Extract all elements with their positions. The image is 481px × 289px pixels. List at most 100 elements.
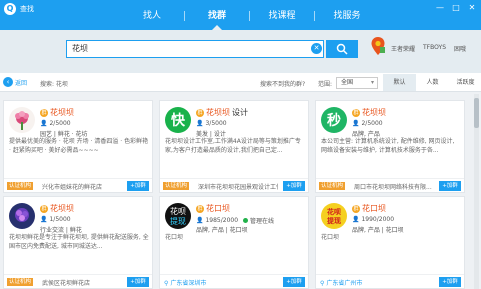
- scroll-thumb[interactable]: [474, 98, 479, 128]
- group-description: 提供最优美的服务 · 花坝 卉场 · 清香四溢 · 色彩鲜艳 · 赶紧购买吧 ·…: [9, 138, 149, 154]
- hot-word-link[interactable]: 困哦: [454, 44, 466, 53]
- card-footer: ⚲ 广东省广州市 +加群: [316, 274, 464, 288]
- title-highlight: 花口坝: [206, 204, 230, 213]
- group-icon: 群: [352, 204, 360, 213]
- person-icon: 👤: [40, 120, 48, 127]
- group-title: 群 花坝坝: [40, 107, 74, 118]
- group-avatar: 花呗 提现: [165, 203, 191, 229]
- search-button[interactable]: [326, 40, 358, 58]
- member-count-text: 1/5000: [49, 216, 71, 223]
- person-icon: 👤: [352, 120, 360, 127]
- svg-text:秒: 秒: [327, 112, 341, 129]
- group-icon: 群: [352, 108, 360, 117]
- sort-members[interactable]: 人数: [416, 74, 449, 91]
- group-description: 花口坝: [321, 234, 340, 241]
- magnifier-icon: [336, 43, 348, 55]
- maximize-button[interactable]: □: [451, 3, 461, 13]
- group-card[interactable]: 花呗 提现 群 花口坝 👤 1985/2000 管理在线 品牌, 产品 | 花口坝 …: [159, 196, 309, 289]
- title-highlight: 花坝坝: [50, 108, 74, 117]
- close-button[interactable]: ✕: [467, 3, 477, 13]
- join-group-button[interactable]: +加群: [283, 181, 305, 191]
- range-select[interactable]: 全国: [336, 77, 378, 89]
- minimize-button[interactable]: —: [435, 3, 445, 13]
- group-avatar: 秒: [321, 107, 347, 133]
- group-title: 群 花口坝: [196, 203, 230, 214]
- group-title: 群 花坝坝: [40, 203, 74, 214]
- join-group-button[interactable]: +加群: [127, 277, 149, 287]
- person-icon: 👤: [352, 216, 360, 223]
- tab-find-courses[interactable]: 找课程: [250, 9, 314, 30]
- sort-default[interactable]: 默认: [383, 74, 416, 91]
- member-count: 👤 2/5000: [40, 120, 71, 127]
- group-icon: 群: [40, 204, 48, 213]
- hot-words: 王者荣耀 TFBOYS 困哦: [391, 44, 466, 53]
- join-group-button[interactable]: +加群: [439, 181, 461, 191]
- join-group-button[interactable]: +加群: [283, 277, 305, 287]
- member-count: 👤 2/5000: [352, 120, 383, 127]
- hot-word-link[interactable]: 王者荣耀: [391, 44, 415, 53]
- member-count: 👤 1985/2000 管理在线: [196, 216, 274, 225]
- title-highlight: 花口坝: [362, 204, 386, 213]
- arrow-left-icon: ‹: [3, 77, 13, 87]
- sort-activity[interactable]: 活跃度: [449, 74, 481, 91]
- card-footer: 认证机构 兴化市姐妹花的鲜花店 +加群: [4, 178, 152, 192]
- group-location: ⚲ 广东省广州市: [320, 280, 363, 287]
- organization-name: 武侯区花坝鲜花店: [42, 280, 91, 287]
- svg-text:花呗: 花呗: [327, 207, 341, 216]
- app-logo-icon: Q: [4, 3, 16, 15]
- filter-bar: ‹ 返回 搜索: 花坝 搜索不到我的群? 范围: 全国 默认 人数 活跃度: [0, 73, 481, 92]
- group-avatar: [9, 107, 35, 133]
- clear-search-icon[interactable]: ✕: [311, 43, 322, 54]
- organization-name: 周口市花坝坝网络科技有限...: [354, 184, 432, 191]
- search-keyword-label: 搜索: 花坝: [40, 81, 68, 88]
- organization-name: 兴化市姐妹花的鲜花店: [42, 184, 103, 191]
- member-count: 👤 1/5000: [40, 216, 71, 223]
- certified-badge: 认证机构: [163, 182, 190, 190]
- search-area: 花坝 ✕ 王者荣耀 TFBOYS 困哦: [0, 30, 481, 73]
- group-card[interactable]: 花呗 提现 群 花口坝 👤 1990/2000 品牌, 产品 | 花口坝 花口坝 …: [315, 196, 465, 289]
- admin-status: 管理在线: [250, 218, 275, 225]
- svg-text:花呗: 花呗: [170, 206, 186, 216]
- window-title: 查找: [20, 5, 34, 13]
- group-card[interactable]: 群 花坝坝 👤 2/5000 园艺 | 鲜花 · 花坊 提供最优美的服务 · 花坝…: [3, 100, 153, 193]
- member-count-text: 1990/2000: [361, 216, 395, 223]
- back-button[interactable]: ‹ 返回: [3, 77, 27, 87]
- tab-find-groups[interactable]: 找群: [185, 9, 249, 30]
- member-count: 👤 1990/2000: [352, 216, 394, 223]
- sort-tabs: 默认 人数 活跃度: [383, 74, 481, 91]
- not-found-link[interactable]: 搜索不到我的群?: [260, 79, 305, 88]
- title-highlight: 花坝坝: [362, 108, 386, 117]
- location-text: 广东省深圳市: [170, 280, 207, 287]
- group-description: 花坝坝设计工作室,工作满4A设计局等与策划推广专家,为客户打造最品质的设计,我们…: [165, 138, 301, 154]
- certified-badge: 认证机构: [7, 182, 34, 190]
- location-text: 广东省广州市: [326, 280, 363, 287]
- group-card[interactable]: 快 群 花坝坝 设计 👤 3/5000 美发 | 设计 花坝坝设计工作室,工作满4A…: [159, 100, 309, 193]
- group-avatar: 快: [165, 107, 191, 133]
- tab-find-people[interactable]: 找人: [120, 9, 184, 30]
- group-title: 群 花坝坝: [352, 107, 386, 118]
- title-bar: Q 查找 — □ ✕ 找人 找群 找课程 找服务: [0, 0, 481, 30]
- member-count-text: 3/5000: [205, 120, 227, 127]
- group-card[interactable]: 群 花坝坝 👤 1/5000 行业交流 | 鲜花 花坝坝鲜花是专注于鲜花坝坝, 提…: [3, 196, 153, 289]
- group-icon: 群: [196, 108, 204, 117]
- group-icon: 群: [40, 108, 48, 117]
- map-pin-icon[interactable]: [370, 36, 386, 58]
- member-count-text: 1985/2000: [205, 217, 239, 224]
- svg-text:提现: 提现: [326, 216, 341, 225]
- join-group-button[interactable]: +加群: [127, 181, 149, 191]
- hot-word-link[interactable]: TFBOYS: [423, 44, 446, 53]
- group-card[interactable]: 秒 群 花坝坝 👤 2/5000 品牌, 产品 本公司主营: 计算机系统设计, 配…: [315, 100, 465, 193]
- tab-find-services[interactable]: 找服务: [315, 9, 379, 30]
- back-label: 返回: [15, 79, 28, 87]
- group-results-grid: 群 花坝坝 👤 2/5000 园艺 | 鲜花 · 花坊 提供最优美的服务 · 花坝…: [0, 94, 481, 289]
- group-icon: 群: [196, 204, 204, 213]
- member-count-text: 2/5000: [361, 120, 383, 127]
- window-controls: — □ ✕: [435, 3, 477, 13]
- join-group-button[interactable]: +加群: [439, 277, 461, 287]
- title-rest: 设计: [232, 108, 248, 117]
- group-title: 群 花坝坝 设计: [196, 107, 248, 118]
- search-input[interactable]: 花坝: [66, 40, 324, 58]
- results-scrollbar[interactable]: [474, 94, 479, 289]
- card-footer: 认证机构 武侯区花坝鲜花店 +加群: [4, 274, 152, 288]
- group-avatar: 花呗 提现: [321, 203, 347, 229]
